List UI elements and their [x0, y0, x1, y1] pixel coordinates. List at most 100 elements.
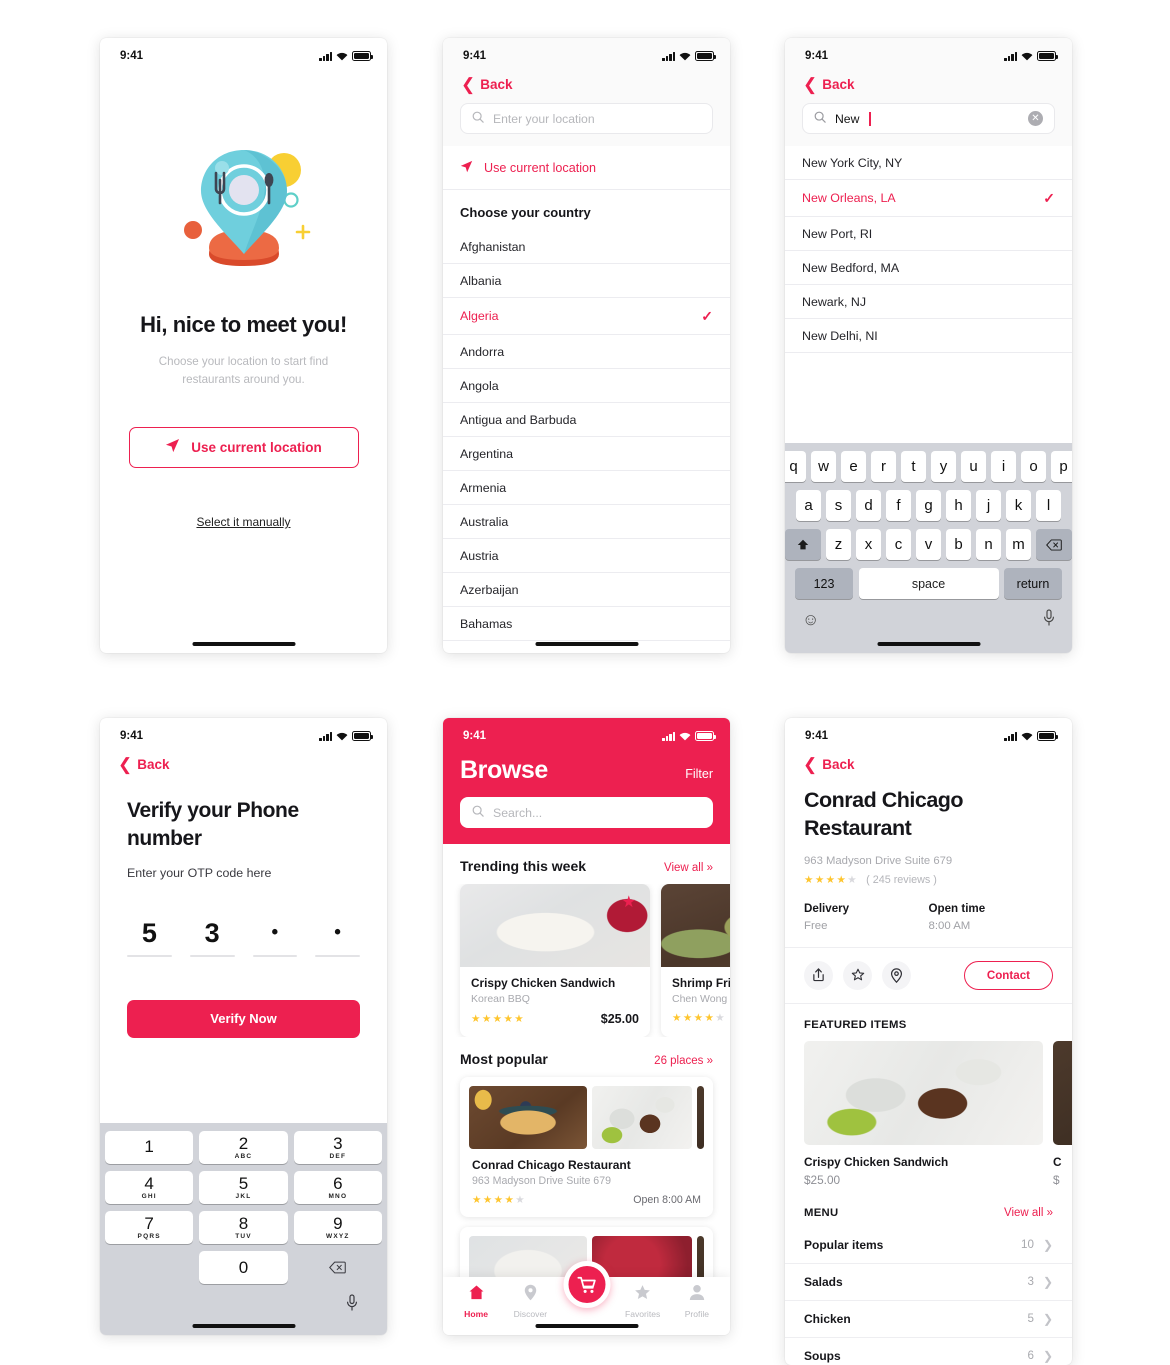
list-item[interactable]: New Delhi, NI — [785, 319, 1072, 353]
key-a[interactable]: a — [796, 490, 821, 521]
key-z[interactable]: z — [826, 529, 851, 560]
key-d[interactable]: d — [856, 490, 881, 521]
list-item[interactable]: Andorra — [443, 335, 730, 369]
space-key[interactable]: space — [858, 568, 999, 599]
share-button[interactable] — [804, 960, 833, 990]
list-item-selected[interactable]: Algeria ✓ — [443, 298, 730, 335]
cart-fab-button[interactable] — [563, 1261, 610, 1308]
key-v[interactable]: v — [916, 529, 941, 560]
numpad-key-5[interactable]: 5 JKL — [199, 1171, 288, 1204]
select-manually-link[interactable]: Select it manually — [100, 515, 387, 529]
key-b[interactable]: b — [946, 529, 971, 560]
back-button[interactable]: ❮ Back — [100, 748, 387, 779]
tab-profile[interactable]: Profile — [670, 1284, 724, 1319]
numpad-key-7[interactable]: 7 PQRS — [105, 1211, 194, 1244]
verify-now-button[interactable]: Verify Now — [127, 999, 360, 1038]
key-n[interactable]: n — [976, 529, 1001, 560]
key-x[interactable]: x — [856, 529, 881, 560]
use-current-location-button[interactable]: Use current location — [128, 426, 359, 468]
key-q[interactable]: q — [785, 451, 806, 482]
numpad-key-4[interactable]: 4 GHI — [105, 1171, 194, 1204]
otp-digit-2[interactable]: 3 — [189, 916, 235, 957]
menu-row[interactable]: Salads 3 ❯ — [785, 1264, 1072, 1301]
menu-row[interactable]: Soups 6 ❯ — [785, 1338, 1072, 1365]
places-link[interactable]: 26 places » — [654, 1055, 713, 1067]
trending-carousel[interactable]: ★ Crispy Chicken Sandwich Korean BBQ ★★★… — [443, 884, 730, 1037]
key-j[interactable]: j — [976, 490, 1001, 521]
featured-item[interactable]: Crispy Chicken Sandwich $25.00 — [804, 1040, 1043, 1187]
backspace-icon[interactable] — [1036, 529, 1072, 560]
list-item[interactable]: New Bedford, MA — [785, 251, 1072, 285]
search-input[interactable]: Search... — [460, 797, 713, 828]
food-card[interactable]: ★ Crispy Chicken Sandwich Korean BBQ ★★★… — [460, 884, 650, 1037]
key-w[interactable]: w — [811, 451, 836, 482]
city-search-input[interactable]: New ✕ — [802, 103, 1055, 134]
key-u[interactable]: u — [961, 451, 986, 482]
favorite-button[interactable] — [843, 960, 872, 990]
emoji-icon[interactable]: ☺ — [802, 610, 819, 630]
otp-digit-4[interactable]: • — [315, 916, 360, 957]
restaurant-card[interactable]: Conrad Chicago Restaurant 963 Madyson Dr… — [460, 1077, 713, 1217]
key-c[interactable]: c — [886, 529, 911, 560]
list-item-selected[interactable]: New Orleans, LA ✓ — [785, 180, 1072, 217]
tab-favorites[interactable]: Favorites — [616, 1284, 670, 1319]
microphone-icon[interactable] — [346, 1294, 358, 1315]
tab-discover[interactable]: Discover — [503, 1284, 557, 1319]
microphone-icon[interactable] — [1043, 609, 1055, 631]
numpad-key-1[interactable]: 1 — [105, 1131, 194, 1164]
menu-row[interactable]: Chicken 5 ❯ — [785, 1301, 1072, 1338]
back-button[interactable]: ❮ Back — [785, 748, 1072, 779]
location-search-input[interactable]: Enter your location — [460, 103, 713, 134]
numpad-key-0[interactable]: 0 — [199, 1251, 288, 1284]
use-current-location-row[interactable]: Use current location — [443, 146, 730, 190]
backspace-icon[interactable] — [294, 1251, 382, 1284]
back-button[interactable]: ❮ Back — [443, 68, 730, 99]
list-item[interactable]: Bahamas — [443, 607, 730, 641]
featured-items-carousel[interactable]: Crispy Chicken Sandwich $25.00 C $ — [785, 1040, 1072, 1187]
location-button[interactable] — [882, 960, 911, 990]
list-item[interactable]: Afghanistan — [443, 230, 730, 264]
key-l[interactable]: l — [1036, 490, 1061, 521]
key-k[interactable]: k — [1006, 490, 1031, 521]
list-item[interactable]: Armenia — [443, 471, 730, 505]
list-item[interactable]: New Port, RI — [785, 217, 1072, 251]
key-h[interactable]: h — [946, 490, 971, 521]
contact-button[interactable]: Contact — [963, 960, 1053, 990]
menu-view-all-link[interactable]: View all » — [1004, 1207, 1053, 1219]
filter-button[interactable]: Filter — [685, 767, 713, 785]
list-item[interactable]: Austria — [443, 539, 730, 573]
tab-home[interactable]: Home — [449, 1284, 503, 1319]
menu-row[interactable]: Popular items 10 ❯ — [785, 1227, 1072, 1264]
return-key[interactable]: return — [1004, 568, 1062, 599]
numpad-key-8[interactable]: 8 TUV — [199, 1211, 288, 1244]
list-item[interactable]: Australia — [443, 505, 730, 539]
key-y[interactable]: y — [931, 451, 956, 482]
list-item[interactable]: Angola — [443, 369, 730, 403]
key-t[interactable]: t — [901, 451, 926, 482]
key-p[interactable]: p — [1051, 451, 1072, 482]
list-item[interactable]: Albania — [443, 264, 730, 298]
clear-icon[interactable]: ✕ — [1028, 111, 1043, 126]
shift-icon[interactable] — [785, 529, 821, 560]
key-o[interactable]: o — [1021, 451, 1046, 482]
key-g[interactable]: g — [916, 490, 941, 521]
numpad-key-6[interactable]: 6 MNO — [293, 1171, 382, 1204]
numpad-key-2[interactable]: 2 ABC — [199, 1131, 288, 1164]
key-e[interactable]: e — [841, 451, 866, 482]
view-all-link[interactable]: View all » — [664, 862, 713, 874]
key-i[interactable]: i — [991, 451, 1016, 482]
list-item[interactable]: Antigua and Barbuda — [443, 403, 730, 437]
back-button[interactable]: ❮ Back — [785, 68, 1072, 99]
food-card[interactable]: Shrimp Fried Chen Wong Re ★★★★★ — [661, 884, 730, 1037]
list-item[interactable]: New York City, NY — [785, 146, 1072, 180]
featured-item-partial[interactable]: C $ — [1053, 1040, 1072, 1187]
list-item[interactable]: Argentina — [443, 437, 730, 471]
key-f[interactable]: f — [886, 490, 911, 521]
numbers-key[interactable]: 123 — [795, 568, 853, 599]
numpad-key-3[interactable]: 3 DEF — [293, 1131, 382, 1164]
key-r[interactable]: r — [871, 451, 896, 482]
otp-digit-3[interactable]: • — [252, 916, 298, 957]
key-s[interactable]: s — [826, 490, 851, 521]
list-item[interactable]: Azerbaijan — [443, 573, 730, 607]
numpad-key-9[interactable]: 9 WXYZ — [293, 1211, 382, 1244]
